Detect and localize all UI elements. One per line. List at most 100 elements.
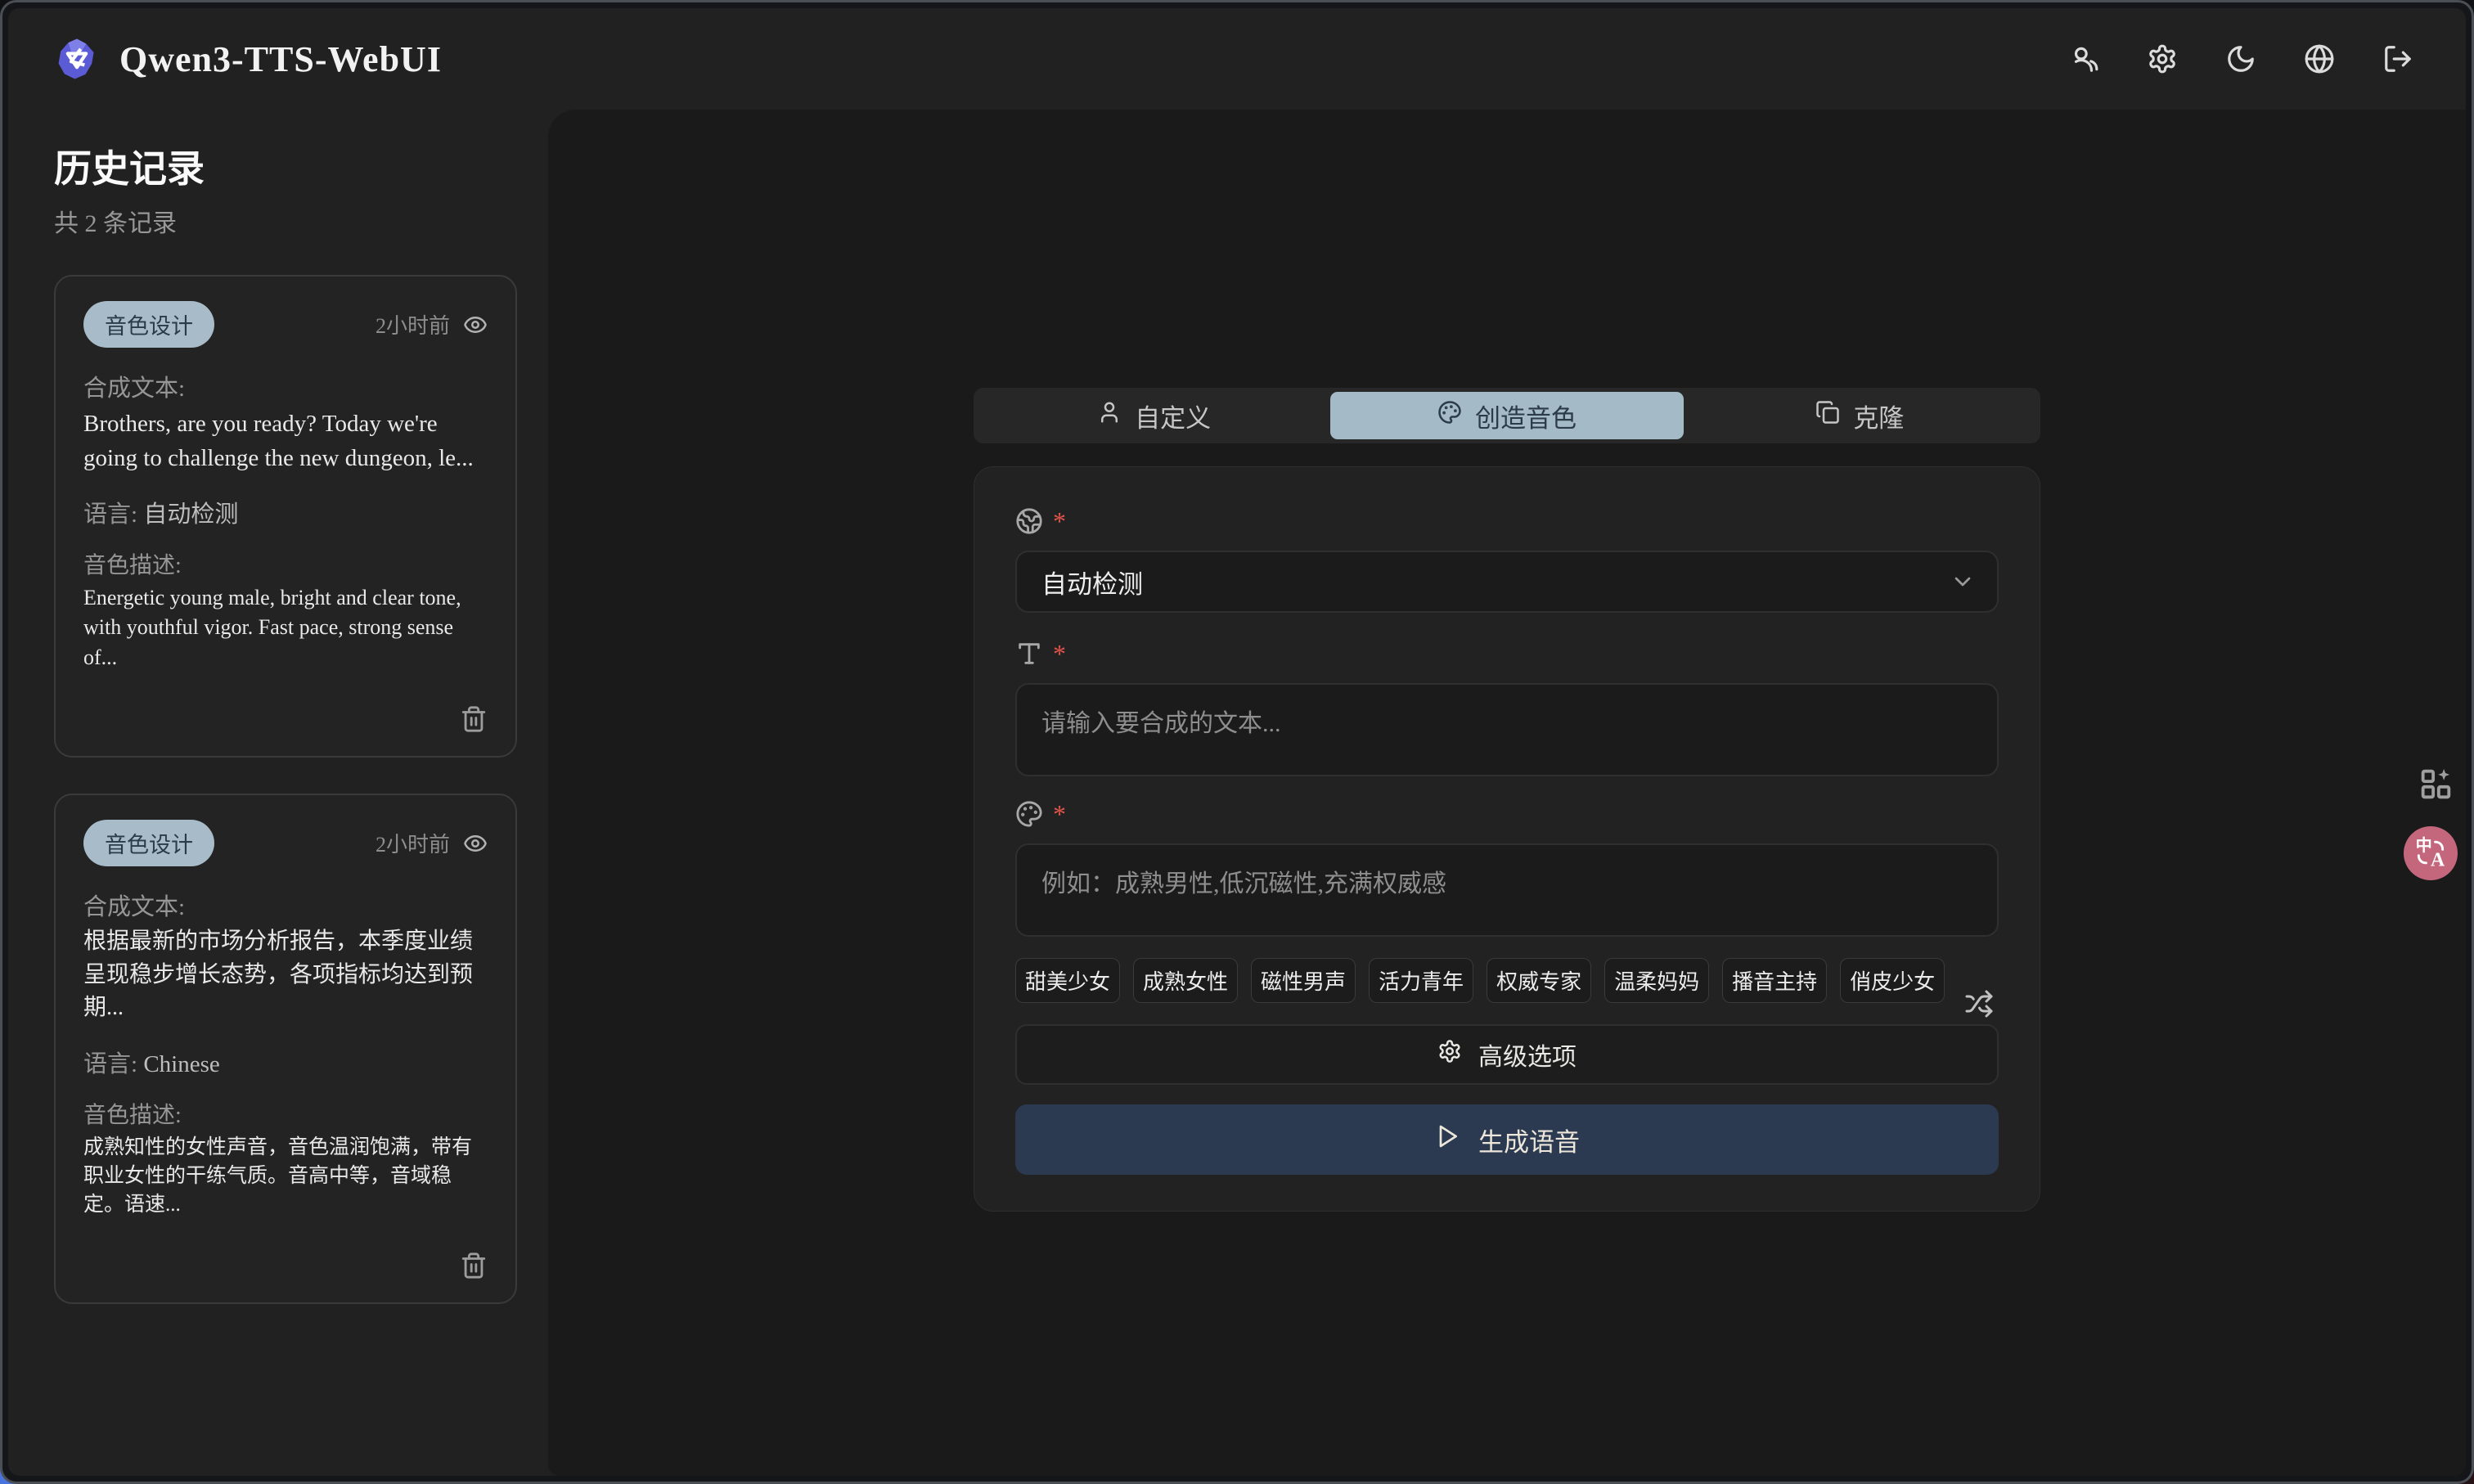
gear-icon xyxy=(2147,43,2178,74)
history-type-badge: 音色设计 xyxy=(83,820,214,866)
history-card[interactable]: 音色设计 2小时前 合成文本: Brothers, are you ready?… xyxy=(54,275,517,758)
translate-a-glyph: A xyxy=(2431,849,2445,870)
synth-text-value: 根据最新的市场分析报告，本季度业绩呈现稳步增长态势，各项指标均达到预期... xyxy=(83,925,488,1025)
delete-history-button[interactable] xyxy=(460,705,488,733)
tab-custom[interactable]: 自定义 xyxy=(978,392,1330,439)
app-root: Qwen3-TTS-WebUI xyxy=(8,8,2466,1476)
translate-button[interactable]: 中 A xyxy=(2404,826,2458,880)
language-value: 自动检测 xyxy=(143,501,238,528)
synth-text-value: Brothers, are you ready? Today we're goi… xyxy=(83,407,488,475)
history-time: 2小时前 xyxy=(376,309,450,340)
voice-desc-input[interactable] xyxy=(1015,843,1999,937)
language-field-label: * xyxy=(1015,505,1999,537)
preset-tag[interactable]: 俏皮少女 xyxy=(1840,958,1945,1003)
advanced-options-label: 高级选项 xyxy=(1478,1037,1577,1073)
preset-tag[interactable]: 磁性男声 xyxy=(1251,958,1356,1003)
language-label: 语言: xyxy=(83,1051,143,1077)
preset-tag[interactable]: 权威专家 xyxy=(1487,958,1591,1003)
copy-icon xyxy=(1815,400,1840,431)
history-count: 共 2 条记录 xyxy=(54,203,517,239)
voice-desc-field-label: * xyxy=(1015,798,1999,830)
app-header: Qwen3-TTS-WebUI xyxy=(8,8,2466,110)
synthesis-text-input[interactable] xyxy=(1015,683,1999,776)
palette-icon xyxy=(1015,800,1043,828)
synth-text-label: 合成文本: xyxy=(83,888,488,922)
history-card[interactable]: 音色设计 2小时前 合成文本: 根据最新的市场分析报告，本季度业绩呈现稳步增长态… xyxy=(54,794,517,1304)
chevron-down-icon xyxy=(1950,569,1976,595)
required-marker: * xyxy=(1053,641,1066,667)
voice-desc-value: Energetic young male, bright and clear t… xyxy=(83,583,488,672)
tab-create-voice[interactable]: 创造音色 xyxy=(1330,392,1683,439)
tab-create-voice-label: 创造音色 xyxy=(1475,398,1577,434)
users-icon xyxy=(2068,43,2099,74)
extension-grid-button[interactable] xyxy=(2417,765,2454,805)
voice-design-form: * 自动检测 * xyxy=(974,466,2040,1212)
type-icon xyxy=(1015,640,1043,668)
user-icon xyxy=(1097,400,1122,431)
preset-tag[interactable]: 成熟女性 xyxy=(1133,958,1238,1003)
generate-speech-label: 生成语音 xyxy=(1478,1122,1580,1158)
trash-icon xyxy=(460,705,488,733)
globe-icon xyxy=(2304,43,2335,74)
language-value: Chinese xyxy=(143,1051,219,1077)
history-title: 历史记录 xyxy=(54,139,517,193)
voice-desc-label: 音色描述: xyxy=(83,1097,488,1130)
settings-button[interactable] xyxy=(2147,43,2178,74)
tab-clone[interactable]: 克隆 xyxy=(1684,392,2036,439)
required-marker: * xyxy=(1053,508,1066,534)
shuffle-button[interactable] xyxy=(1964,989,1994,1019)
translate-icon: 中 A xyxy=(2413,834,2449,873)
eye-icon xyxy=(463,313,488,337)
preset-tag[interactable]: 播音主持 xyxy=(1722,958,1827,1003)
language-button[interactable] xyxy=(2304,43,2335,74)
grid-sparkle-icon xyxy=(2417,793,2454,805)
mode-tabbar: 自定义 创造音色 克隆 xyxy=(974,388,2040,443)
card-footer xyxy=(83,1252,488,1279)
main-area: 自定义 创造音色 克隆 xyxy=(548,110,2466,1476)
view-history-button[interactable] xyxy=(463,313,488,337)
tab-clone-label: 克隆 xyxy=(1853,398,1904,434)
logout-icon xyxy=(2382,43,2413,74)
preset-tag[interactable]: 活力青年 xyxy=(1369,958,1473,1003)
translate-zh-glyph: 中 xyxy=(2416,835,2432,855)
history-card-top: 音色设计 2小时前 xyxy=(83,301,488,348)
history-time: 2小时前 xyxy=(376,828,450,858)
tab-custom-label: 自定义 xyxy=(1135,398,1211,434)
view-history-button[interactable] xyxy=(463,831,488,856)
advanced-options-button[interactable]: 高级选项 xyxy=(1015,1024,1999,1085)
preset-tag[interactable]: 甜美少女 xyxy=(1015,958,1120,1003)
dark-mode-button[interactable] xyxy=(2225,43,2256,74)
app-window: Qwen3-TTS-WebUI xyxy=(0,0,2474,1484)
language-row: 语言: Chinese xyxy=(83,1045,488,1079)
logout-button[interactable] xyxy=(2382,43,2413,74)
history-sidebar: 历史记录 共 2 条记录 音色设计 2小时前 合成文本: Brothers, a… xyxy=(8,110,548,1476)
history-card-top: 音色设计 2小时前 xyxy=(83,820,488,866)
text-field-label: * xyxy=(1015,637,1999,670)
delete-history-button[interactable] xyxy=(460,1252,488,1279)
language-label: 语言: xyxy=(83,501,143,528)
trash-icon xyxy=(460,1252,488,1279)
history-type-badge: 音色设计 xyxy=(83,301,214,348)
language-row: 语言: 自动检测 xyxy=(83,495,488,529)
preset-tag[interactable]: 温柔妈妈 xyxy=(1604,958,1709,1003)
earth-icon xyxy=(1015,507,1043,535)
language-select-value: 自动检测 xyxy=(1041,564,1143,600)
voice-desc-label: 音色描述: xyxy=(83,547,488,580)
generate-speech-button[interactable]: 生成语音 xyxy=(1015,1104,1999,1175)
card-footer xyxy=(83,705,488,733)
eye-icon xyxy=(463,831,488,856)
qwen-logo-icon xyxy=(54,36,100,82)
synth-text-label: 合成文本: xyxy=(83,369,488,403)
body-row: 历史记录 共 2 条记录 音色设计 2小时前 合成文本: Brothers, a… xyxy=(8,110,2466,1476)
shuffle-icon xyxy=(1964,989,1994,1019)
preset-tags-area: 甜美少女 成熟女性 磁性男声 活力青年 权威专家 温柔妈妈 播音主持 俏皮少女 xyxy=(1015,958,1999,1003)
center-column: 自定义 创造音色 克隆 xyxy=(974,110,2040,1212)
app-title: Qwen3-TTS-WebUI xyxy=(119,38,442,80)
gear-icon xyxy=(1437,1039,1462,1070)
language-select[interactable]: 自动检测 xyxy=(1015,551,1999,613)
palette-icon xyxy=(1437,400,1462,431)
users-button[interactable] xyxy=(2068,43,2099,74)
header-actions xyxy=(2068,43,2413,74)
moon-icon xyxy=(2225,43,2256,74)
voice-desc-value: 成熟知性的女性声音，音色温润饱满，带有职业女性的干练气质。音高中等，音域稳定。语… xyxy=(83,1133,488,1219)
